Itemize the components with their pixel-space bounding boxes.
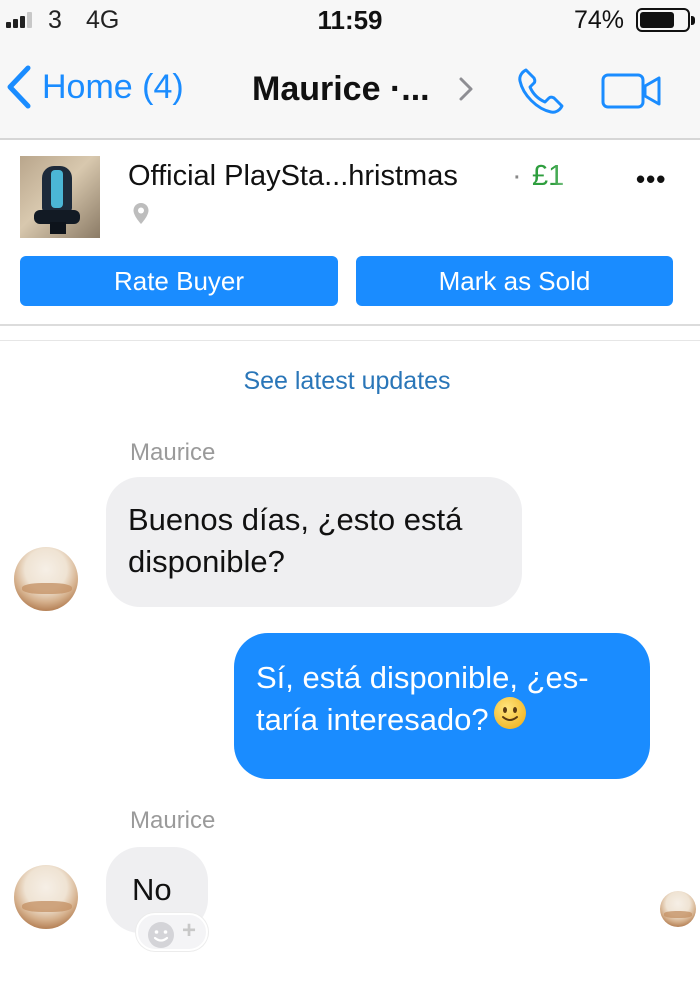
more-options-button[interactable]: ••• [636, 164, 666, 195]
chevron-left-icon [6, 65, 32, 109]
listing-price: £1 [532, 160, 565, 192]
avatar[interactable] [14, 547, 78, 611]
marketplace-listing: Official PlaySta...hristmas · £1 ••• Rat… [0, 142, 700, 326]
video-camera-icon[interactable] [600, 72, 664, 117]
mark-as-sold-button[interactable]: Mark as Sold [356, 256, 673, 306]
message-text-line: taría interesado? [256, 702, 489, 737]
message-text-line: disponible? [128, 544, 285, 579]
add-reaction-button[interactable]: + [136, 913, 208, 951]
listing-title[interactable]: Official PlaySta...hristmas [128, 160, 458, 193]
plus-icon: + [182, 917, 197, 944]
sender-name: Maurice [130, 439, 216, 466]
sender-name: Maurice [130, 807, 216, 834]
battery-icon [636, 8, 695, 32]
rate-buyer-button[interactable]: Rate Buyer [20, 256, 338, 306]
conversation-header: Home (4) Maurice ·... [0, 40, 700, 140]
chevron-right-icon[interactable] [458, 76, 474, 107]
battery-percent: 74% [573, 6, 624, 34]
phone-icon[interactable] [514, 64, 568, 123]
message-thread: See latest updates Maurice Buenos días, … [0, 340, 700, 990]
slightly-smiling-face-icon [493, 696, 527, 741]
status-bar: 3 4G 11:59 74% [0, 0, 700, 40]
message-text: No [132, 872, 172, 907]
read-receipt-avatar [660, 891, 696, 927]
incoming-message[interactable]: Buenos días, ¿esto está disponible? [106, 477, 522, 607]
back-label: Home (4) [42, 67, 184, 106]
message-text-line: Sí, está disponible, ¿es- [256, 660, 589, 695]
see-latest-updates-link[interactable]: See latest updates [0, 367, 694, 396]
outgoing-message[interactable]: Sí, está disponible, ¿es- taría interesa… [234, 633, 650, 779]
location-pin-icon [132, 202, 150, 231]
message-text-line: Buenos días, ¿esto está [128, 502, 463, 537]
battery-fill [640, 12, 675, 28]
listing-separator: · [512, 160, 522, 192]
avatar[interactable] [14, 865, 78, 929]
back-button[interactable]: Home (4) [6, 62, 184, 112]
conversation-title[interactable]: Maurice ·... [252, 70, 430, 109]
listing-thumbnail[interactable] [20, 156, 100, 238]
